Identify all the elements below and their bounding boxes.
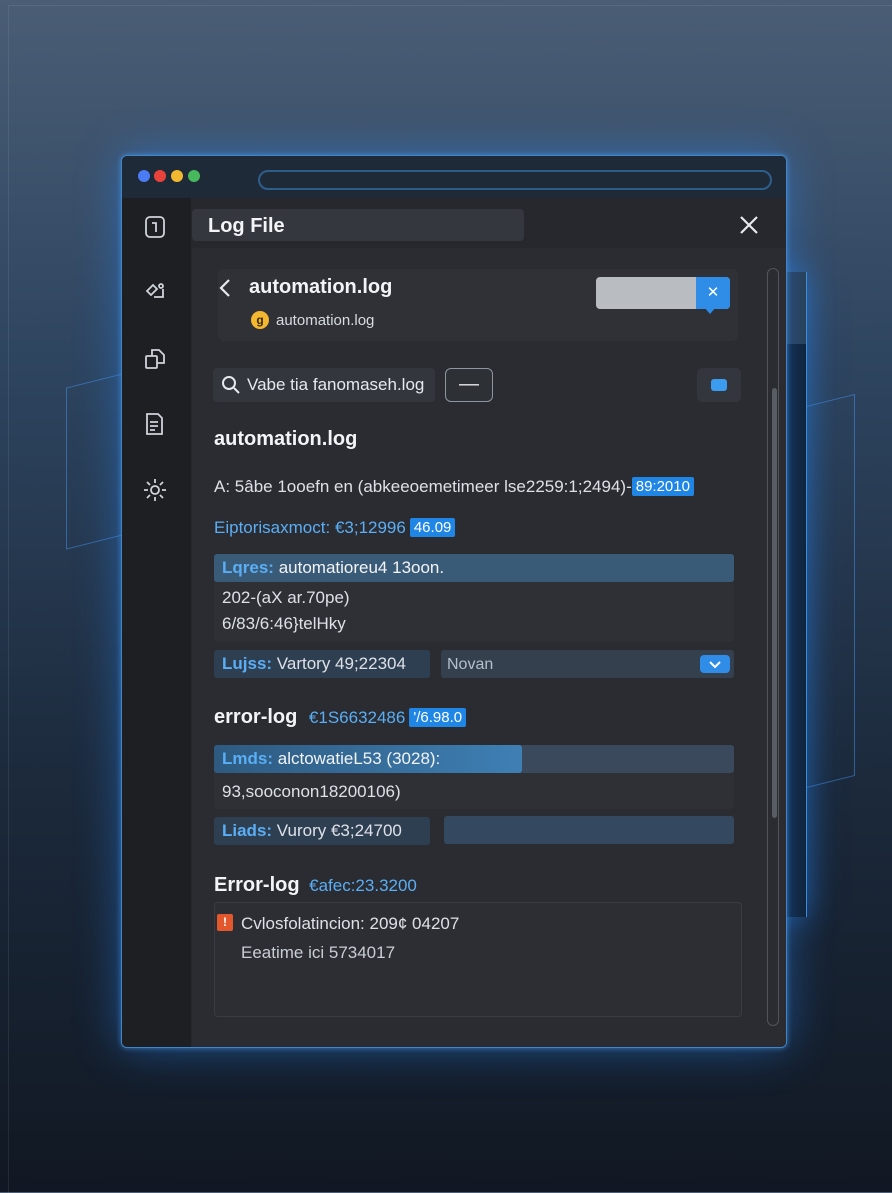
log-detail-line: 6/83/6:46}telHky <box>222 614 346 633</box>
section-title: Error-log €afec:23.3200 <box>214 874 417 897</box>
error-line: Eeatime ici 5734017 <box>241 943 396 962</box>
log-entry-row[interactable]: Lmds: alctowatieL53 (3028): <box>214 745 734 773</box>
timestamp-badge: 89:2010 <box>631 477 694 496</box>
row-key: Liads: <box>222 821 273 840</box>
traffic-light-yellow[interactable] <box>171 170 183 182</box>
pin-icon[interactable]: ✕ <box>696 277 730 309</box>
scrollbar-thumb[interactable] <box>772 388 777 818</box>
log-line: A: 5âbe 1ooefn en (abkeeoemetimeer lse22… <box>214 477 694 497</box>
view-toggle-button[interactable] <box>697 368 741 402</box>
decor-line-right <box>806 393 855 789</box>
chevron-down-icon[interactable] <box>700 655 730 673</box>
decor-line-left <box>66 372 127 550</box>
row-text: Vurory €3;24700 <box>276 821 402 840</box>
address-bar[interactable] <box>258 170 772 190</box>
row-key: Lujss: <box>222 654 273 673</box>
log-line-text: A: 5âbe 1ooefn en (abkeeoemetimeer lse22… <box>214 477 632 496</box>
search-box[interactable]: Vabe tia fanomaseh.log <box>213 368 435 402</box>
back-chevron-icon[interactable] <box>216 276 234 300</box>
log-file-icon: g <box>251 311 269 329</box>
section-title-text: error-log <box>214 706 298 728</box>
pill-tail <box>704 307 716 314</box>
section-title-text: Error-log <box>214 874 300 896</box>
toggle-icon <box>711 379 727 391</box>
value-badge: 46.09 <box>409 518 456 537</box>
search-icon <box>221 375 241 395</box>
log-line-label: Eiptorisaxmoct: <box>214 518 331 537</box>
search-input[interactable]: Vabe tia fanomaseh.log <box>247 375 424 395</box>
settings-icon[interactable] <box>141 476 169 504</box>
section-title: error-log €1S6632486 '/6.98.0 <box>214 706 467 729</box>
section-value: €1S6632486 <box>308 708 406 727</box>
log-line: Eiptorisaxmoct: €3;12996 46.09 <box>214 518 456 538</box>
traffic-light-green[interactable] <box>188 170 200 182</box>
sidebar <box>122 198 191 1047</box>
log-entry-row[interactable]: Lqres: automatioreu4 13oon. <box>214 554 734 582</box>
row-text: automatioreu4 13oon. <box>278 558 445 577</box>
close-icon[interactable] <box>736 212 762 238</box>
traffic-light-red[interactable] <box>154 170 166 182</box>
file-action-pill[interactable]: ✕ <box>596 277 730 314</box>
log-detail-line: 93,sooconon18200106) <box>222 782 401 801</box>
error-line: Cvlosfolatincion: 209¢ 04207 <box>241 914 460 933</box>
file-name: automation.log <box>249 276 393 298</box>
share-icon[interactable] <box>141 278 169 306</box>
log-detail-line: 202-(aX ar.70pe) <box>222 588 350 607</box>
value-badge: '/6.98.0 <box>409 708 467 727</box>
select-value: Novan <box>447 656 494 673</box>
row-key: Lqres: <box>222 558 274 577</box>
error-icon: ! <box>217 914 233 931</box>
row-text: alctowatieL53 (3028): <box>277 749 441 768</box>
row-key: Lmds: <box>222 749 273 768</box>
log-file-window: Log File automation.log g automation.log… <box>121 155 787 1048</box>
log-summary-row[interactable]: Liads: Vurory €3;24700 <box>214 817 430 845</box>
row-text: Vartory 49;22304 <box>276 654 406 673</box>
section-value: €afec:23.3200 <box>309 876 417 895</box>
panel-title: Log File <box>208 215 285 237</box>
log-line-value: €3;12996 <box>334 518 406 537</box>
traffic-light-blue[interactable] <box>138 170 150 182</box>
empty-field[interactable] <box>444 816 734 844</box>
log-summary-row[interactable]: Lujss: Vartory 49;22304 <box>214 650 430 678</box>
document-icon[interactable] <box>141 410 169 438</box>
file-icon[interactable] <box>141 213 169 241</box>
minus-button[interactable]: — <box>445 368 493 402</box>
copy-icon[interactable] <box>141 344 169 372</box>
file-subtitle: automation.log <box>276 312 375 329</box>
section-title: automation.log <box>214 428 358 450</box>
level-select[interactable]: Novan <box>441 650 734 678</box>
panel-header: Log File <box>192 209 524 241</box>
window-titlebar <box>122 156 786 198</box>
